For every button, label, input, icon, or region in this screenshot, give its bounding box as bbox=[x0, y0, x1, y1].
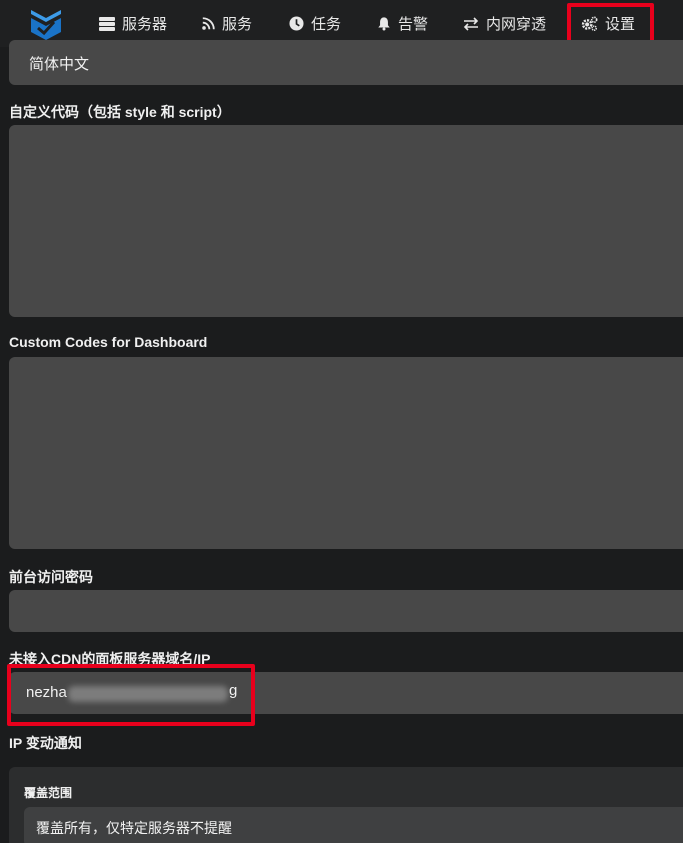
coverage-select-value: 覆盖所有，仅特定服务器不提醒 bbox=[36, 820, 232, 836]
nav-label: 内网穿透 bbox=[486, 16, 547, 33]
highlight-domain bbox=[7, 664, 255, 726]
rss-icon bbox=[202, 17, 215, 30]
ip-notify-label: IP 变动通知 bbox=[9, 735, 82, 751]
coverage-label: 覆盖范围 bbox=[24, 786, 73, 800]
language-select-value: 简体中文 bbox=[29, 56, 90, 73]
logo-icon[interactable] bbox=[31, 6, 61, 40]
clock-icon bbox=[289, 16, 304, 31]
nav-label: 服务器 bbox=[122, 16, 168, 33]
bell-icon bbox=[378, 17, 390, 31]
custom-code-textarea[interactable] bbox=[9, 125, 683, 317]
nav-label: 服务 bbox=[222, 16, 253, 33]
custom-code-label: 自定义代码（包括 style 和 script） bbox=[9, 104, 231, 120]
exchange-icon bbox=[463, 16, 479, 31]
nav-label: 任务 bbox=[311, 16, 342, 33]
frontend-password-input[interactable] bbox=[9, 590, 683, 632]
language-select[interactable] bbox=[9, 40, 683, 85]
highlight-settings bbox=[567, 3, 654, 45]
server-icon bbox=[99, 16, 115, 31]
frontend-password-label: 前台访问密码 bbox=[9, 569, 93, 585]
dashboard-code-label: Custom Codes for Dashboard bbox=[9, 334, 208, 350]
dashboard-code-textarea[interactable] bbox=[9, 357, 683, 549]
nav-label: 告警 bbox=[398, 16, 429, 33]
